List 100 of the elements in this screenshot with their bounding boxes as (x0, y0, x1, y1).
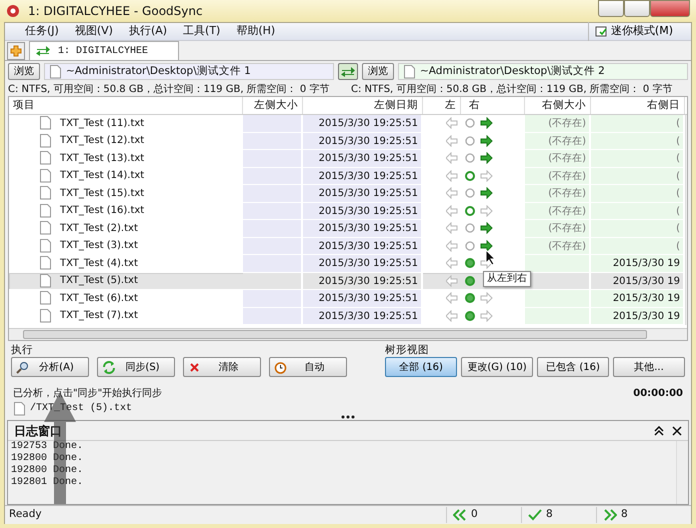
count-label: 8 (621, 507, 628, 522)
file-icon (39, 204, 52, 218)
left-arrow-icon (446, 310, 458, 322)
left-arrow-icon (446, 152, 458, 164)
table-cell: 2015/3/30 19:25:51 (303, 150, 423, 168)
file-icon (39, 186, 52, 200)
table-cell: ( (591, 168, 685, 185)
file-icon (49, 64, 62, 78)
file-icon (39, 291, 52, 306)
file-icon (39, 274, 52, 288)
minimize-button[interactable] (598, 0, 624, 17)
double-right-arrow-icon (603, 509, 617, 521)
file-name: TXT_Test (3).txt (60, 239, 138, 254)
file-icon (39, 238, 52, 253)
maximize-button[interactable] (624, 0, 650, 17)
table-cell: ( (591, 185, 685, 202)
splitter-handle-icon[interactable] (340, 415, 356, 419)
left-arrow-icon (446, 257, 458, 270)
file-icon (39, 221, 52, 236)
disk-info: C: NTFS, 可用空间：50.8 GB，总计空间：119 GB, 所需空间： 0 字节 (8, 82, 330, 96)
log-line: 192800 Done. (10, 453, 84, 465)
close-icon[interactable] (672, 426, 682, 436)
menu-item[interactable]: 工具(T) (175, 23, 228, 40)
app-icon (6, 4, 20, 18)
file-name: TXT_Test (14).txt (60, 169, 144, 184)
table-cell: ( (591, 132, 685, 150)
file-name: TXT_Test (6).txt (60, 292, 138, 306)
group-label: 树形视图 (385, 343, 430, 357)
menu-item[interactable]: 帮助(H) (228, 23, 284, 40)
table-cell (243, 272, 303, 290)
table-cell: 2015/3/30 19 (591, 272, 685, 290)
table-cell: 2015/3/30 19:25:51 (303, 132, 423, 150)
add-job-button[interactable] (7, 42, 25, 60)
log-line: 192753 Done. (10, 441, 84, 453)
column-header[interactable]: 左侧日期 (303, 97, 423, 114)
filter-button[interactable]: 已包含 (16) (537, 357, 609, 377)
table-cell: 2015/3/30 19 (591, 308, 685, 325)
table-cell: (不存在) (525, 168, 591, 185)
action-button[interactable]: 同步(S) (97, 357, 175, 377)
column-header[interactable]: 左 (423, 97, 461, 114)
table-cell: ( (591, 220, 685, 238)
count-label: 8 (546, 507, 553, 522)
table-cell: ( (591, 238, 685, 255)
menu-item[interactable]: 任务(J) (17, 23, 67, 40)
folder-path-field[interactable]: ~Administrator\Desktop\测试文件 2 (398, 63, 688, 80)
table-cell: 2015/3/30 19:25:51 (303, 220, 423, 238)
horizontal-scrollbar[interactable] (9, 328, 687, 340)
table-cell: 2015/3/30 19:25:51 (303, 255, 423, 272)
filter-button[interactable]: 其他... (613, 357, 685, 377)
job-tab[interactable]: 1: DIGITALCYHEE (29, 41, 180, 60)
column-header[interactable]: 右侧日 (591, 97, 685, 114)
file-icon (403, 64, 416, 78)
table-cell: (不存在) (525, 115, 591, 132)
file-name: TXT_Test (2).txt (60, 222, 138, 236)
menu-item[interactable]: 视图(V) (66, 23, 121, 40)
left-arrow-icon (446, 292, 458, 304)
file-icon (39, 256, 52, 270)
column-header[interactable]: 右侧大小 (525, 97, 591, 114)
table-cell (525, 255, 591, 272)
file-name: TXT_Test (4).txt (60, 256, 138, 271)
browse-button[interactable]: 浏览 (362, 63, 394, 80)
sync-arrows-icon (36, 45, 50, 57)
column-header[interactable]: 右 (461, 97, 525, 114)
count-label: 0 (471, 507, 478, 522)
folder-path-field[interactable]: ~Administrator\Desktop\测试文件 1 (44, 63, 334, 80)
group-label: 执行 (11, 343, 34, 357)
file-name: TXT_Test (11).txt (60, 116, 144, 131)
left-arrow-icon (446, 240, 458, 252)
double-left-arrow-icon (453, 509, 467, 521)
filter-button[interactable]: 全部 (16) (385, 357, 457, 377)
file-name: TXT_Test (7).txt (60, 309, 138, 324)
file-name: TXT_Test (13).txt (60, 152, 144, 166)
table-cell: 2015/3/30 19:25:51 (303, 272, 423, 290)
action-button[interactable]: 自动 (269, 357, 347, 377)
table-cell: 2015/3/30 19:25:51 (303, 168, 423, 185)
swap-button[interactable] (338, 63, 358, 80)
left-arrow-icon (446, 222, 458, 234)
menu-item[interactable]: 执行(A) (120, 23, 176, 40)
table-cell: (不存在) (525, 202, 591, 220)
log-line: 192800 Done. (10, 465, 84, 477)
table-cell: (不存在) (525, 185, 591, 202)
table-cell (243, 290, 303, 308)
plus-icon (10, 45, 22, 57)
close-button[interactable] (650, 0, 690, 17)
table-cell: (不存在) (525, 132, 591, 150)
vertical-scrollbar[interactable] (685, 115, 687, 325)
column-header[interactable]: 左侧大小 (243, 97, 303, 114)
mini-mode-button[interactable]: 迷你模式(M) (588, 22, 679, 41)
action-button[interactable]: 分析(A) (11, 357, 89, 377)
table-cell: 2015/3/30 19:25:51 (303, 308, 423, 325)
mouse-cursor-icon (485, 249, 496, 266)
file-name: TXT_Test (15).txt (60, 186, 144, 201)
tooltip: 从左到右 (483, 271, 531, 287)
browse-button[interactable]: 浏览 (8, 63, 40, 80)
collapse-icon[interactable] (654, 426, 664, 436)
table-cell: 2015/3/30 19 (591, 255, 685, 272)
filter-button[interactable]: 更改(G) (10) (461, 357, 533, 377)
action-button[interactable]: 清除 (183, 357, 261, 377)
left-arrow-icon (446, 117, 458, 130)
column-header[interactable]: 项目 (9, 97, 243, 114)
